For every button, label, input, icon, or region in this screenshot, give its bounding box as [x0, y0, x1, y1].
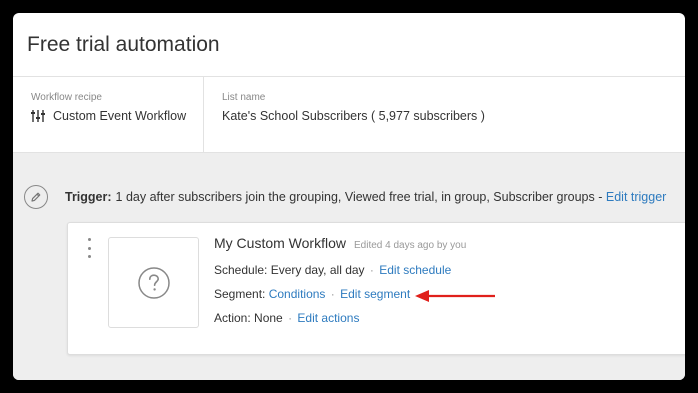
- workflow-canvas: Trigger: 1 day after subscribers join th…: [13, 153, 685, 380]
- list-name-value: Kate's School Subscribers ( 5,977 subscr…: [222, 109, 485, 123]
- list-name-label: List name: [222, 92, 266, 103]
- step-thumbnail[interactable]: [108, 237, 199, 328]
- annotation-arrow-icon: [415, 290, 495, 302]
- trigger-label: Trigger:: [65, 190, 112, 204]
- edit-actions-link[interactable]: Edit actions: [297, 311, 359, 325]
- sliders-icon: [31, 109, 45, 123]
- step-title: My Custom Workflow: [214, 235, 346, 251]
- workflow-recipe-section: Workflow recipe Custom Event Workflow: [13, 77, 204, 152]
- schedule-value: Every day, all day: [270, 263, 365, 277]
- workflow-recipe-label: Workflow recipe: [31, 92, 102, 103]
- segment-label: Segment:: [214, 287, 266, 301]
- action-value: None: [254, 311, 283, 325]
- action-row: Action: None · Edit actions: [214, 311, 466, 325]
- edit-segment-link[interactable]: Edit segment: [340, 287, 410, 301]
- page-title: Free trial automation: [27, 32, 220, 56]
- separator: ·: [288, 311, 293, 325]
- list-name-section: List name Kate's School Subscribers ( 5,…: [204, 77, 685, 152]
- kebab-menu-icon[interactable]: [84, 238, 94, 258]
- workflow-step-card: My Custom Workflow Edited 4 days ago by …: [67, 222, 685, 355]
- step-title-row: My Custom Workflow Edited 4 days ago by …: [214, 235, 466, 251]
- workflow-recipe-text: Custom Event Workflow: [53, 109, 187, 123]
- schedule-label: Schedule:: [214, 263, 268, 277]
- workflow-recipe-value: Custom Event Workflow: [31, 109, 203, 123]
- workflow-meta-row: Workflow recipe Custom Event Workflow Li…: [13, 77, 685, 153]
- segment-conditions-link[interactable]: Conditions: [269, 287, 326, 301]
- trigger-description: 1 day after subscribers join the groupin…: [115, 190, 603, 204]
- question-circle-icon: [137, 266, 170, 299]
- edit-trigger-link[interactable]: Edit trigger: [606, 190, 666, 204]
- pencil-icon[interactable]: [24, 185, 48, 209]
- trigger-row: Trigger: 1 day after subscribers join th…: [24, 185, 666, 209]
- separator: ·: [330, 287, 335, 301]
- separator: ·: [369, 263, 374, 277]
- page-header: Free trial automation: [13, 13, 685, 77]
- edit-schedule-link[interactable]: Edit schedule: [379, 263, 451, 277]
- schedule-row: Schedule: Every day, all day · Edit sche…: [214, 263, 466, 277]
- app-window: Free trial automation Workflow recipe Cu…: [13, 13, 685, 380]
- step-edited-info: Edited 4 days ago by you: [353, 240, 467, 251]
- action-label: Action:: [214, 311, 251, 325]
- step-details: My Custom Workflow Edited 4 days ago by …: [214, 235, 466, 335]
